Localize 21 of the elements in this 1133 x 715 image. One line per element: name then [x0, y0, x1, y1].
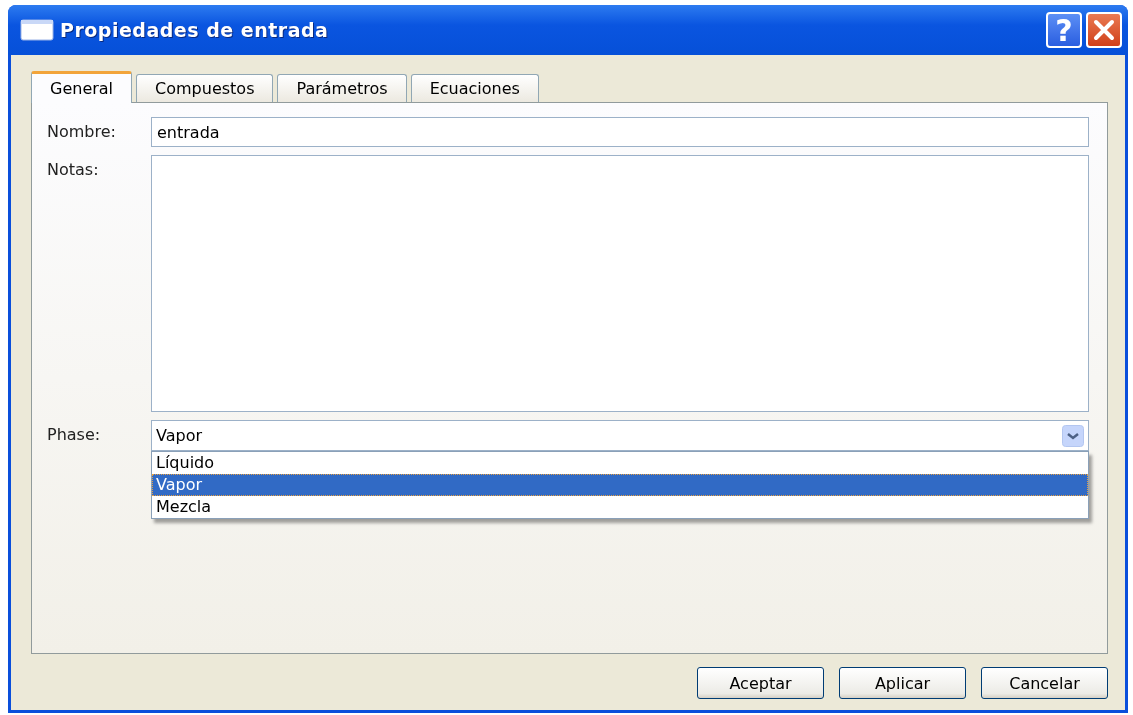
- window-title: Propiedades de entrada: [60, 19, 330, 41]
- field-label: Nombre:: [47, 121, 117, 141]
- window-icon: [20, 19, 54, 41]
- dialog-button[interactable]: Aplicar: [839, 667, 966, 699]
- tab[interactable]: Ecuaciones: [410, 74, 539, 102]
- help-button[interactable]: ?: [1046, 12, 1082, 48]
- tab[interactable]: General: [31, 71, 133, 103]
- phase-dropdown[interactable]: Vapor: [151, 420, 1089, 451]
- tab[interactable]: Compuestos: [136, 74, 274, 102]
- dropdown-option[interactable]: Líquido: [152, 452, 1088, 474]
- close-icon: [1092, 18, 1116, 42]
- dropdown-option[interactable]: Mezcla: [152, 496, 1088, 518]
- dropdown-option[interactable]: Vapor: [152, 474, 1088, 496]
- field-label: Phase:: [47, 424, 102, 444]
- dialog-button[interactable]: Aceptar: [697, 667, 824, 699]
- close-button[interactable]: [1086, 12, 1122, 48]
- dialog-button[interactable]: Cancelar: [981, 667, 1108, 699]
- tab[interactable]: Parámetros: [277, 74, 407, 102]
- name-field[interactable]: entrada: [151, 117, 1089, 147]
- notes-field[interactable]: [151, 155, 1089, 412]
- field-label: Notas:: [47, 159, 100, 179]
